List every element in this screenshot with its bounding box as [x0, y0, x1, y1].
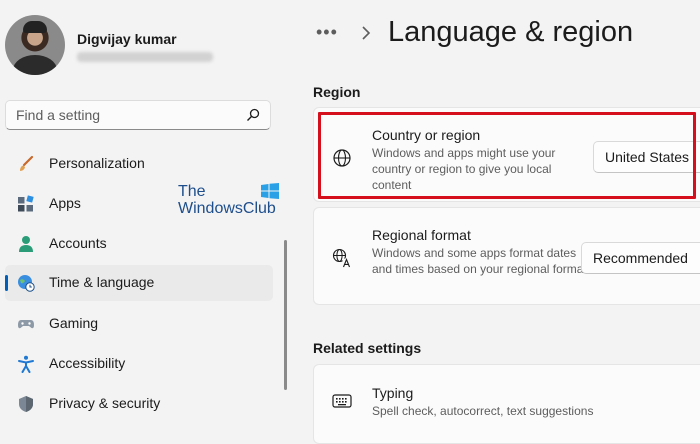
page-title: Language & region	[388, 16, 634, 48]
sidebar-item-accessibility[interactable]: Accessibility	[5, 346, 273, 382]
search-icon[interactable]	[246, 108, 260, 122]
sidebar-item-personalization[interactable]: Personalization	[5, 146, 273, 182]
person-icon	[19, 236, 33, 252]
regional-format-card[interactable]: Regional format Windows and some apps fo…	[313, 207, 700, 305]
regional-format-title: Regional format	[372, 227, 471, 243]
highlight-box	[318, 112, 696, 199]
sidebar-item-label: Accessibility	[49, 355, 126, 371]
sidebar-item-privacy-security[interactable]: Privacy & security	[5, 386, 273, 422]
globe-clock-icon	[18, 275, 35, 292]
accessibility-icon	[18, 355, 34, 373]
sidebar-item-time-language[interactable]: Time & language	[5, 265, 273, 301]
sidebar-item-label: Apps	[49, 195, 81, 211]
language-format-icon	[332, 248, 352, 268]
sidebar-item-label: Gaming	[49, 315, 99, 331]
sidebar-scrollbar[interactable]	[284, 240, 287, 390]
sidebar-item-label: Time & language	[49, 274, 155, 290]
user-name: Digvijay kumar	[77, 31, 177, 47]
typing-card[interactable]: Typing Spell check, autocorrect, text su…	[313, 364, 700, 444]
sidebar-item-gaming[interactable]: Gaming	[5, 306, 273, 342]
typing-title: Typing	[372, 385, 414, 401]
sidebar-item-label: Accounts	[49, 235, 107, 251]
user-avatar[interactable]	[5, 15, 65, 75]
regional-format-dropdown[interactable]: Recommended	[581, 242, 700, 274]
more-options-icon[interactable]: •••	[316, 22, 342, 42]
sidebar-item-label: Personalization	[49, 155, 145, 171]
sidebar-item-label: Privacy & security	[49, 395, 161, 411]
brush-icon	[20, 155, 34, 171]
search-box[interactable]	[5, 100, 271, 130]
apps-icon	[18, 195, 34, 212]
selected-indicator	[5, 275, 8, 291]
watermark-logo: The WindowsClub	[178, 183, 279, 217]
watermark-line1: The	[178, 183, 206, 200]
gamepad-icon	[18, 320, 34, 329]
typing-description: Spell check, autocorrect, text suggestio…	[372, 404, 594, 418]
chevron-right-icon	[362, 26, 371, 40]
watermark-line2: WindowsClub	[178, 200, 276, 217]
windows-logo-icon	[261, 183, 279, 199]
shield-icon	[19, 396, 33, 412]
user-email-blurred	[77, 52, 213, 62]
regional-format-description: Windows and some apps format dates and t…	[372, 246, 587, 276]
section-title-related-settings: Related settings	[313, 340, 422, 356]
section-title-region: Region	[313, 84, 361, 100]
sidebar-item-accounts[interactable]: Accounts	[5, 226, 273, 262]
keyboard-icon	[332, 394, 352, 408]
search-input[interactable]	[6, 101, 236, 129]
